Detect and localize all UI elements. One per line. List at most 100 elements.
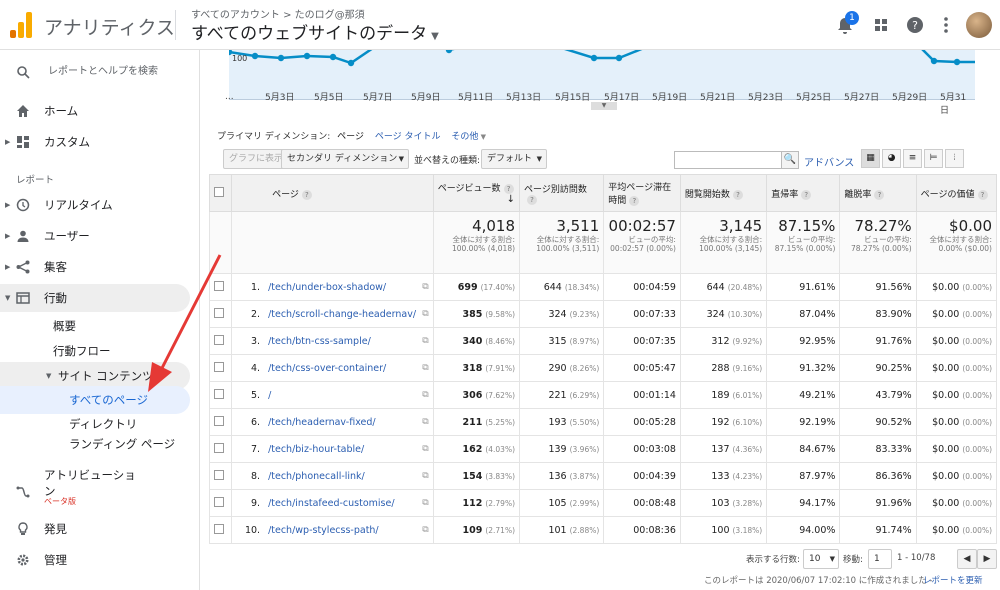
select-all-cell[interactable] (208, 174, 233, 212)
open-link-icon[interactable]: ⧉ (422, 525, 428, 535)
open-link-icon[interactable]: ⧉ (422, 471, 428, 481)
table-row[interactable]: 2. /tech/scroll-change-headernav/ ⧉ 385 (9.5… (208, 300, 998, 328)
open-link-icon[interactable]: ⧉ (422, 498, 428, 508)
page-cell[interactable]: 6. /tech/headernav-fixed/ ⧉ (231, 408, 434, 436)
performance-view-icon[interactable]: ≡ (903, 149, 922, 168)
table-row[interactable]: 9./tech/instafeed-customise/⧉ 112 (2.79%) 1… (208, 489, 998, 517)
dimension-page-title[interactable]: ページ タイトル (375, 132, 441, 142)
search-icon[interactable]: 🔍 (781, 151, 799, 169)
help-icon[interactable]: ? (301, 189, 312, 200)
help-icon[interactable]: ? (503, 184, 514, 194)
analytics-logo[interactable] (10, 12, 34, 38)
page-cell[interactable]: 5. / ⧉ (231, 381, 434, 409)
sidebar-item-users[interactable]: ▶ ユーザー (0, 222, 190, 250)
page-cell[interactable]: 10. /tech/wp-stylecss-path/ ⧉ (231, 516, 434, 544)
refresh-report-link[interactable]: レポートを更新 (923, 574, 983, 586)
page-link[interactable]: /tech/css-over-container/ (268, 363, 386, 374)
checkbox[interactable] (214, 469, 224, 480)
sidebar-item-landing-pages[interactable]: ランディング ページ (0, 430, 190, 458)
help-icon[interactable]: ? (801, 189, 812, 200)
advanced-filter-link[interactable]: アドバンス (804, 154, 854, 169)
page-link[interactable]: /tech/headernav-fixed/ (268, 417, 376, 428)
table-row[interactable]: 1./tech/under-box-shadow/⧉ 699 (17.40%) 644… (208, 273, 998, 301)
avatar[interactable] (966, 12, 992, 38)
row-checkbox-cell[interactable] (208, 516, 233, 544)
page-cell[interactable]: 9. /tech/instafeed-customise/ ⧉ (231, 489, 434, 517)
table-row[interactable]: 3. /tech/btn-css-sample/ ⧉ 340 (8.46%) 315 (8.… (208, 327, 998, 355)
dimension-page[interactable]: ページ (337, 132, 364, 142)
help-icon[interactable]: ? (977, 189, 988, 200)
table-row[interactable]: 6. /tech/headernav-fixed/ ⧉ 211 (5.25%) 193 (5… (208, 408, 998, 436)
page-cell[interactable]: 2. /tech/scroll-change-headernav/ ⧉ (231, 300, 434, 328)
sidebar-search[interactable]: レポートとヘルプを検索 (0, 58, 190, 86)
sidebar-item-behavior-flow[interactable]: 行動フロー (0, 337, 190, 365)
table-view-icon[interactable]: ▦ (861, 149, 880, 168)
checkbox[interactable] (214, 415, 224, 426)
view-selector[interactable]: すべてのウェブサイトのデータ ▼ (191, 19, 439, 44)
checkbox[interactable] (214, 186, 224, 197)
page-cell[interactable]: 7. /tech/biz-hour-table/ ⧉ (231, 435, 434, 463)
page-link[interactable]: /tech/wp-stylecss-path/ (268, 525, 379, 536)
row-checkbox-cell[interactable] (208, 435, 233, 463)
prev-page-button[interactable]: ◀ (957, 549, 977, 569)
col-header-exit-rate[interactable]: 離脱率? (839, 174, 917, 212)
row-checkbox-cell[interactable] (208, 408, 233, 436)
page-cell[interactable]: 4. /tech/css-over-container/ ⧉ (231, 354, 434, 382)
page-cell[interactable]: 3. /tech/btn-css-sample/ ⧉ (231, 327, 434, 355)
open-link-icon[interactable]: ⧉ (422, 282, 428, 292)
dimension-other[interactable]: その他 (451, 132, 478, 142)
sidebar-item-overview[interactable]: 概要 (0, 312, 190, 340)
page-cell[interactable]: 8. /tech/phonecall-link/ ⧉ (231, 462, 434, 490)
table-row[interactable]: 7. /tech/biz-hour-table/ ⧉ 162 (4.03%) 139 (3.… (208, 435, 998, 463)
open-link-icon[interactable]: ⧉ (422, 336, 428, 346)
sidebar-item-admin[interactable]: 管理 (0, 546, 190, 574)
col-header-entrances[interactable]: 閲覧開始数? (679, 174, 768, 212)
help-icon[interactable]: ? (874, 189, 885, 200)
pie-view-icon[interactable]: ◕ (882, 149, 901, 168)
col-header-page[interactable]: ページ? (231, 174, 434, 212)
row-checkbox-cell[interactable] (208, 327, 233, 355)
open-link-icon[interactable]: ⧉ (422, 309, 428, 319)
open-link-icon[interactable]: ⧉ (422, 390, 428, 400)
sort-type-dropdown[interactable]: デフォルト ▼ (481, 149, 547, 169)
col-header-avg-time[interactable]: 平均ページ滞在時間? (603, 174, 681, 212)
page-link[interactable]: /tech/under-box-shadow/ (268, 282, 386, 293)
col-header-pageviews[interactable]: ページビュー数? ↓ (432, 174, 521, 212)
table-row[interactable]: 4. /tech/css-over-container/ ⧉ 318 (7.91%) 29… (208, 354, 998, 382)
page-link[interactable]: /tech/scroll-change-headernav/ (268, 309, 416, 320)
plot-graph-button[interactable]: グラフに表示 (223, 149, 290, 169)
checkbox[interactable] (214, 280, 224, 291)
table-search-input[interactable] (674, 151, 782, 169)
page-link[interactable]: /tech/phonecall-link/ (268, 471, 365, 482)
help-icon[interactable]: ? (732, 189, 743, 200)
more-vert-icon[interactable] (935, 14, 957, 36)
help-icon[interactable]: ? (904, 14, 926, 36)
col-header-unique-pageviews[interactable]: ページ別訪問数? (519, 174, 605, 212)
goto-page-input[interactable]: 1 (868, 549, 892, 569)
checkbox[interactable] (214, 496, 224, 507)
row-checkbox-cell[interactable] (208, 489, 233, 517)
row-checkbox-cell[interactable] (208, 354, 233, 382)
chart-collapse-handle[interactable]: ▼ (591, 102, 617, 110)
row-checkbox-cell[interactable] (208, 462, 233, 490)
page-link[interactable]: /tech/biz-hour-table/ (268, 444, 364, 455)
pivot-view-icon[interactable]: ⦙ (945, 149, 964, 168)
sidebar-item-home[interactable]: ホーム (0, 97, 190, 125)
col-header-bounce-rate[interactable]: 直帰率? (766, 174, 841, 212)
apps-grid-icon[interactable] (870, 14, 892, 36)
open-link-icon[interactable]: ⧉ (422, 363, 428, 373)
page-link[interactable]: /tech/instafeed-customise/ (268, 498, 394, 509)
next-page-button[interactable]: ▶ (977, 549, 997, 569)
checkbox[interactable] (214, 523, 224, 534)
checkbox[interactable] (214, 334, 224, 345)
checkbox[interactable] (214, 361, 224, 372)
sidebar-item-realtime[interactable]: ▶ リアルタイム (0, 191, 190, 219)
sidebar-item-attribution[interactable]: アトリビューション ベータ版 (0, 465, 190, 509)
sidebar-item-behavior[interactable]: ▼ 行動 (0, 284, 190, 312)
col-header-page-value[interactable]: ページの価値? (915, 174, 998, 212)
checkbox[interactable] (214, 388, 224, 399)
row-checkbox-cell[interactable] (208, 300, 233, 328)
comparison-view-icon[interactable]: ⊨ (924, 149, 943, 168)
checkbox[interactable] (214, 307, 224, 318)
help-icon[interactable]: ? (527, 194, 538, 205)
